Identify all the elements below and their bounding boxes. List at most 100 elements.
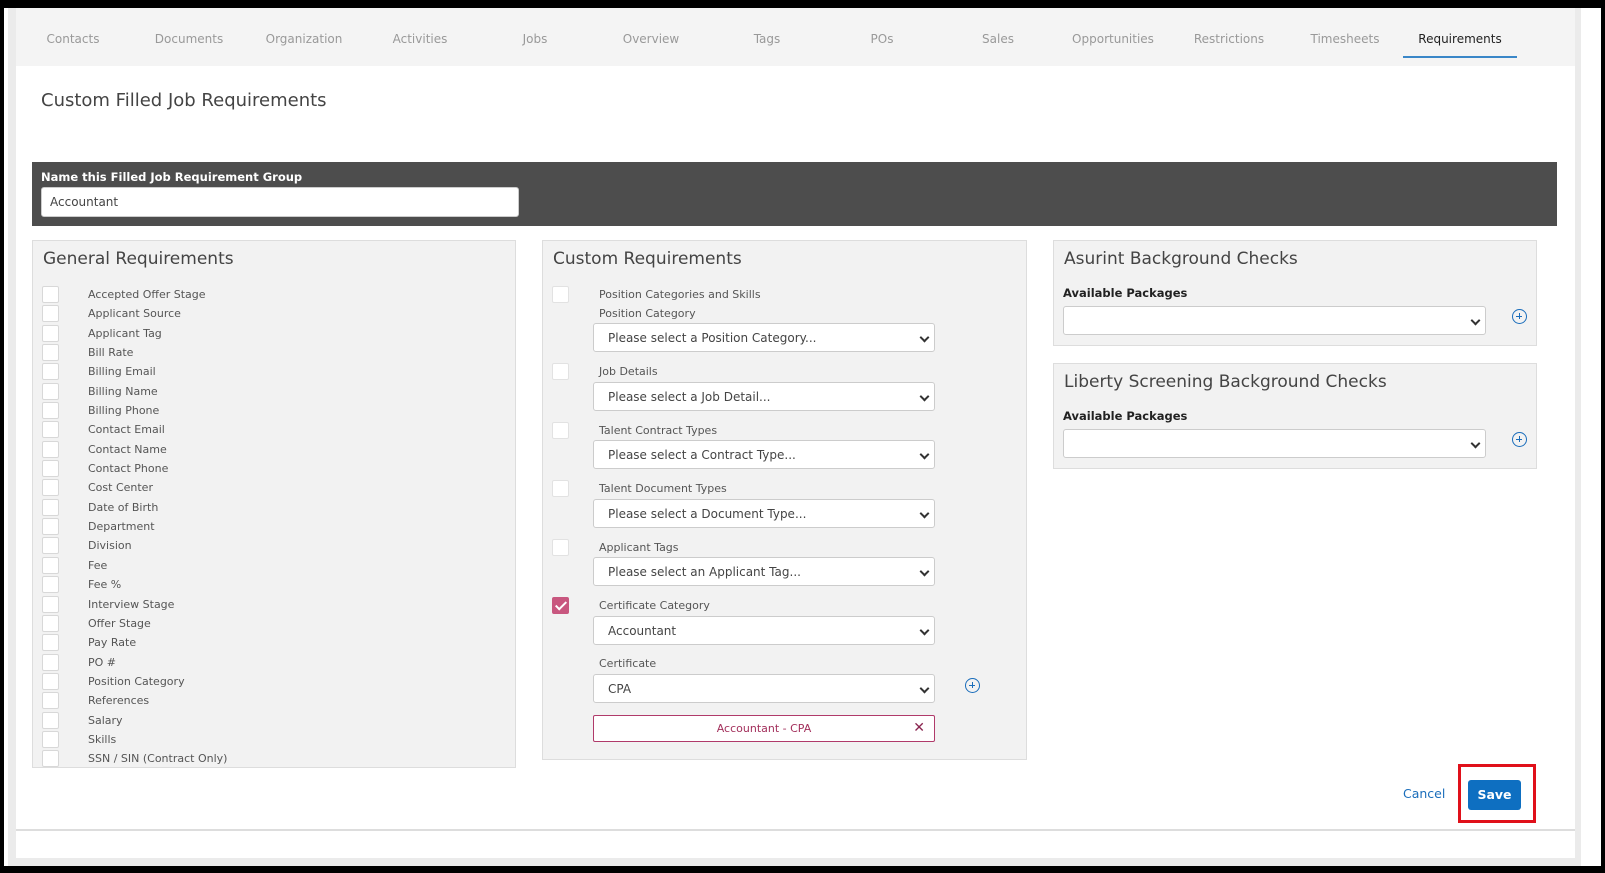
- requirement-checkbox[interactable]: [42, 634, 59, 652]
- requirement-checkbox[interactable]: [42, 576, 59, 594]
- requirement-checkbox[interactable]: [42, 460, 59, 478]
- requirement-label: Skills: [88, 732, 117, 746]
- cancel-button[interactable]: Cancel: [1403, 786, 1445, 801]
- add-asurint-package-icon[interactable]: [1512, 309, 1527, 324]
- job-details-select[interactable]: Please select a Job Detail...: [593, 382, 935, 411]
- close-icon[interactable]: ✕: [913, 716, 925, 741]
- requirement-checkbox[interactable]: [42, 382, 59, 400]
- applicant-tags-checkbox[interactable]: [552, 539, 569, 556]
- requirement-checkbox[interactable]: [42, 672, 59, 690]
- requirement-checkbox[interactable]: [42, 286, 59, 303]
- contract-types-select-value: Please select a Contract Type...: [608, 448, 796, 462]
- tab-overview[interactable]: Overview: [594, 8, 708, 66]
- requirement-checkbox[interactable]: [42, 324, 59, 342]
- requirement-checkbox[interactable]: [42, 750, 59, 768]
- liberty-panel: Liberty Screening Background Checks Avai…: [1053, 363, 1537, 469]
- position-category-select[interactable]: Please select a Position Category...: [593, 323, 935, 352]
- tab-sales[interactable]: Sales: [941, 8, 1055, 66]
- tab-requirements[interactable]: Requirements: [1403, 8, 1517, 58]
- requirement-checkbox[interactable]: [42, 711, 59, 729]
- requirement-checkbox[interactable]: [42, 479, 59, 497]
- contract-types-label: Talent Contract Types: [599, 424, 718, 437]
- asurint-title: Asurint Background Checks: [1064, 249, 1298, 269]
- tab-contacts[interactable]: Contacts: [16, 8, 130, 66]
- requirement-label: Date of Birth: [88, 500, 159, 514]
- requirement-label: PO #: [88, 655, 117, 669]
- requirement-checkbox[interactable]: [42, 440, 59, 458]
- tab-jobs[interactable]: Jobs: [478, 8, 592, 66]
- liberty-packages-label: Available Packages: [1063, 409, 1188, 423]
- tab-tags[interactable]: Tags: [710, 8, 824, 66]
- requirement-checkbox[interactable]: [42, 421, 59, 439]
- requirement-checkbox[interactable]: [42, 653, 59, 671]
- position-category-sublabel: Position Category: [599, 307, 696, 320]
- tab-opportunities[interactable]: Opportunities: [1056, 8, 1170, 66]
- applicant-tags-select-value: Please select an Applicant Tag...: [608, 565, 801, 579]
- certificate-chip-label: Accountant - CPA: [716, 722, 812, 735]
- tab-restrictions[interactable]: Restrictions: [1172, 8, 1286, 66]
- job-details-checkbox[interactable]: [552, 363, 569, 380]
- tab-timesheets[interactable]: Timesheets: [1288, 8, 1402, 66]
- requirement-label: Department: [88, 520, 155, 534]
- certificate-category-checkbox[interactable]: [552, 597, 569, 614]
- app-frame: Contacts Documents Organization Activities J…: [4, 8, 1601, 866]
- requirement-checkbox[interactable]: [42, 344, 59, 362]
- certificate-label: Certificate: [599, 657, 657, 670]
- applicant-tags-select[interactable]: Please select an Applicant Tag...: [593, 557, 935, 586]
- requirement-checkbox[interactable]: [42, 518, 59, 536]
- requirement-checkbox[interactable]: [42, 498, 59, 516]
- requirement-label: Contact Name: [88, 442, 167, 456]
- certificate-select[interactable]: CPA: [593, 674, 935, 703]
- asurint-packages-select[interactable]: [1063, 306, 1486, 335]
- custom-requirements-title: Custom Requirements: [553, 249, 742, 269]
- chevron-down-icon: [919, 449, 930, 460]
- requirement-label: Offer Stage: [88, 616, 151, 630]
- document-types-checkbox[interactable]: [552, 480, 569, 497]
- tab-pos[interactable]: POs: [825, 8, 939, 66]
- tab-organization[interactable]: Organization: [247, 8, 361, 66]
- requirement-label: Accepted Offer Stage: [88, 288, 206, 301]
- tab-activities[interactable]: Activities: [363, 8, 477, 66]
- chevron-down-icon: [1470, 438, 1481, 449]
- requirement-label: Billing Phone: [88, 404, 160, 418]
- requirement-checkbox[interactable]: [42, 692, 59, 710]
- asurint-packages-label: Available Packages: [1063, 286, 1188, 300]
- requirement-checkbox[interactable]: [42, 537, 59, 555]
- add-liberty-package-icon[interactable]: [1512, 432, 1527, 447]
- requirement-checkbox[interactable]: [42, 305, 59, 323]
- requirement-label: Fee %: [88, 578, 122, 592]
- liberty-title: Liberty Screening Background Checks: [1064, 372, 1387, 392]
- group-name-input[interactable]: [41, 187, 519, 217]
- requirement-label: Applicant Tag: [88, 326, 162, 340]
- chevron-down-icon: [919, 332, 930, 343]
- requirement-label: Cost Center: [88, 481, 153, 495]
- requirement-checkbox[interactable]: [42, 614, 59, 632]
- certificate-chip: Accountant - CPA ✕: [593, 715, 935, 742]
- tab-bar: Contacts Documents Organization Activities J…: [16, 8, 1575, 66]
- tab-documents[interactable]: Documents: [132, 8, 246, 66]
- contract-types-checkbox[interactable]: [552, 422, 569, 439]
- group-name-bar: Name this Filled Job Requirement Group: [32, 162, 1557, 226]
- contract-types-select[interactable]: Please select a Contract Type...: [593, 440, 935, 469]
- requirement-label: Fee: [88, 558, 108, 572]
- document-types-select[interactable]: Please select a Document Type...: [593, 499, 935, 528]
- certificate-category-select[interactable]: Accountant: [593, 616, 935, 645]
- requirement-checkbox[interactable]: [42, 363, 59, 381]
- chevron-down-icon: [1470, 315, 1481, 326]
- job-details-label: Job Details: [599, 365, 658, 378]
- requirement-label: Salary: [88, 713, 123, 727]
- job-details-select-value: Please select a Job Detail...: [608, 390, 771, 404]
- requirement-checkbox[interactable]: [42, 730, 59, 748]
- add-certificate-icon[interactable]: [965, 678, 980, 693]
- custom-requirements-panel: Custom Requirements Position Categories …: [542, 240, 1027, 760]
- liberty-packages-select[interactable]: [1063, 429, 1486, 458]
- requirement-checkbox[interactable]: [42, 556, 59, 574]
- requirement-label: Applicant Source: [88, 307, 181, 321]
- requirement-label: Pay Rate: [88, 636, 137, 650]
- chevron-down-icon: [919, 508, 930, 519]
- requirement-checkbox[interactable]: [42, 595, 59, 613]
- position-categories-checkbox[interactable]: [552, 286, 569, 303]
- requirement-checkbox[interactable]: [42, 402, 59, 420]
- save-highlight-box: [1458, 764, 1536, 823]
- page-title: Custom Filled Job Requirements: [41, 90, 327, 111]
